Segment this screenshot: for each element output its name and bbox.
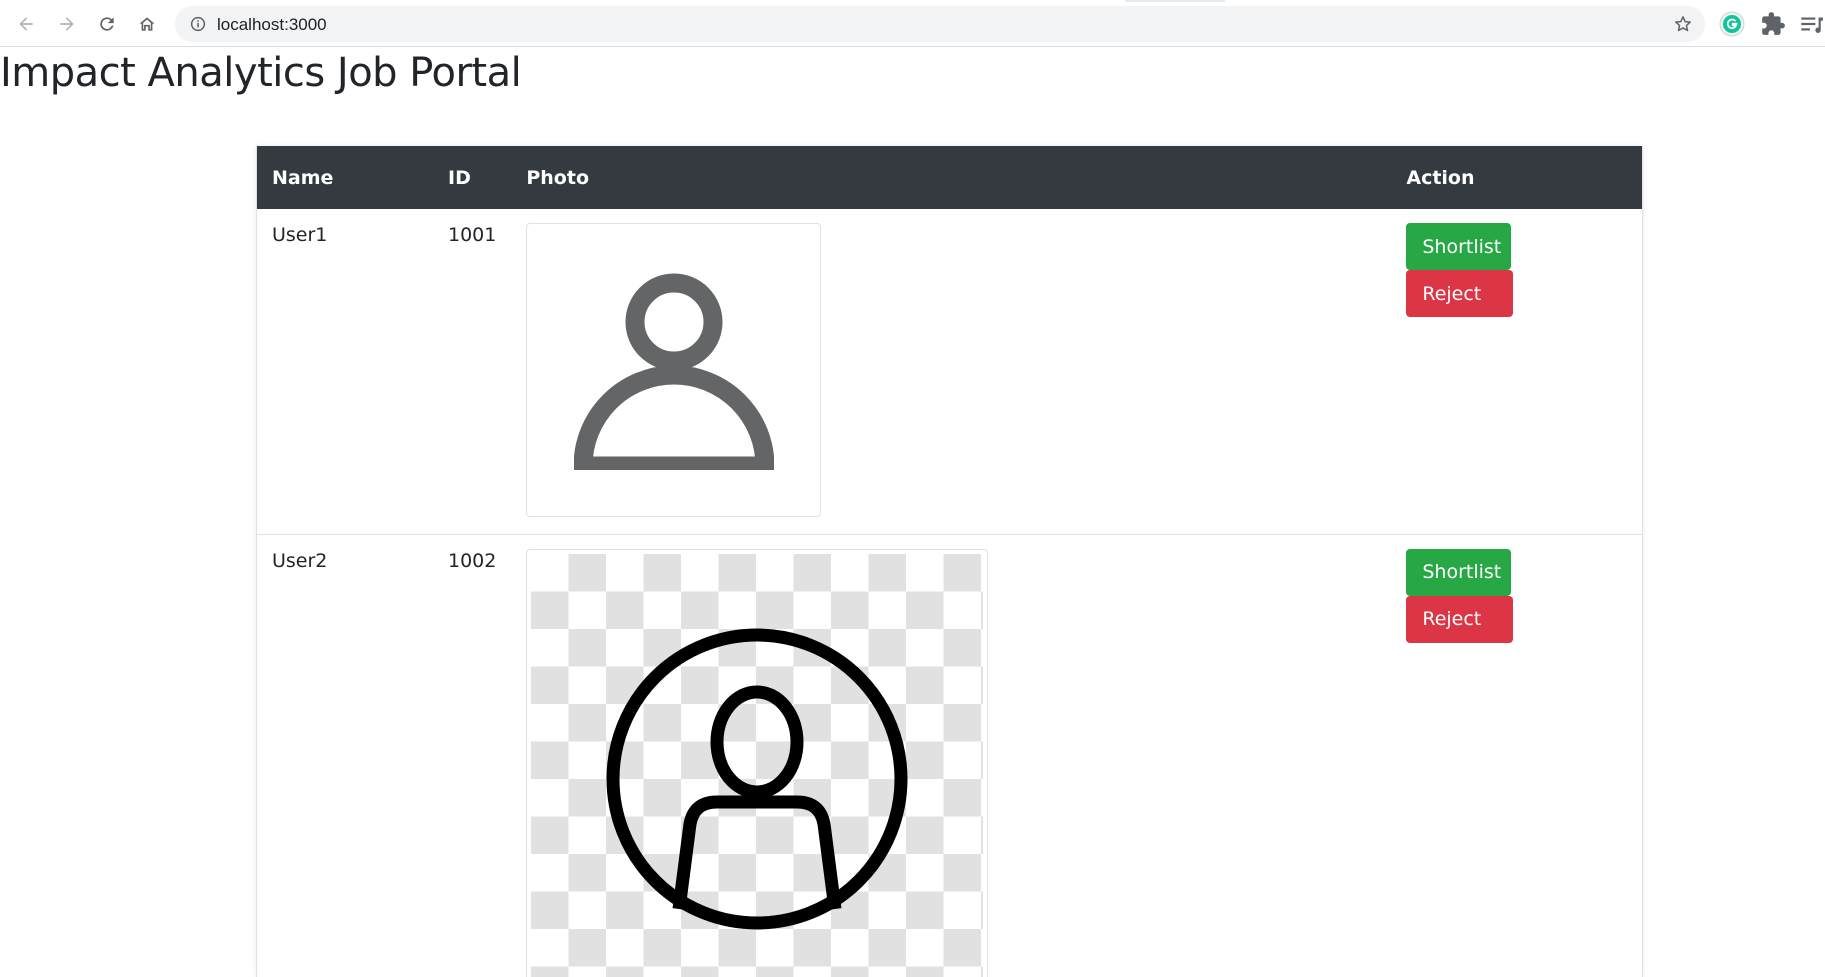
column-header-name: Name: [272, 166, 334, 189]
grammarly-icon[interactable]: [1719, 11, 1745, 37]
back-arrow-icon[interactable]: [12, 10, 40, 38]
shortlist-button[interactable]: Shortlist: [1406, 223, 1512, 270]
cell-name: User1: [272, 224, 328, 246]
user-photo: [526, 548, 989, 977]
user-circle-icon: [606, 628, 908, 929]
user-photo: [526, 223, 822, 517]
column-header-action: Action: [1406, 166, 1475, 189]
table-row: User1 1001 Shortlist Reject: [257, 209, 1642, 534]
reload-icon[interactable]: [93, 10, 121, 38]
table-header-row: Name ID Photo Action: [257, 146, 1642, 209]
tab-strip-edge: [1125, 0, 1225, 2]
cell-action: Shortlist Reject: [1391, 534, 1642, 977]
table-row: User2 1002 Shortlist Reject: [257, 534, 1642, 977]
star-icon[interactable]: [1673, 14, 1693, 34]
reading-list-icon[interactable]: [1798, 11, 1824, 37]
reject-button[interactable]: Reject: [1406, 270, 1514, 317]
transparent-background: [531, 553, 984, 977]
puzzle-icon[interactable]: [1760, 11, 1786, 37]
cell-name: User2: [272, 549, 328, 572]
column-header-photo: Photo: [526, 166, 589, 189]
cell-action: Shortlist Reject: [1391, 209, 1642, 534]
column-header-id: ID: [448, 166, 471, 189]
user-silhouette-icon: [573, 273, 774, 470]
address-bar[interactable]: localhost:3000: [175, 6, 1705, 42]
browser-toolbar: localhost:3000: [0, 0, 1825, 47]
cell-id: 1001: [448, 224, 497, 246]
candidates-table: Name ID Photo Action User1 1001 Shortlis…: [256, 146, 1643, 977]
info-icon[interactable]: [189, 15, 207, 33]
reject-button[interactable]: Reject: [1406, 595, 1514, 643]
forward-arrow-icon[interactable]: [53, 10, 81, 38]
page-title: Impact Analytics Job Portal: [0, 50, 522, 96]
home-icon[interactable]: [133, 10, 161, 38]
cell-photo: [511, 534, 1391, 977]
cell-id: 1002: [448, 549, 497, 572]
cell-photo: [511, 209, 1391, 534]
url-text[interactable]: localhost:3000: [217, 15, 327, 35]
shortlist-button[interactable]: Shortlist: [1406, 548, 1512, 596]
